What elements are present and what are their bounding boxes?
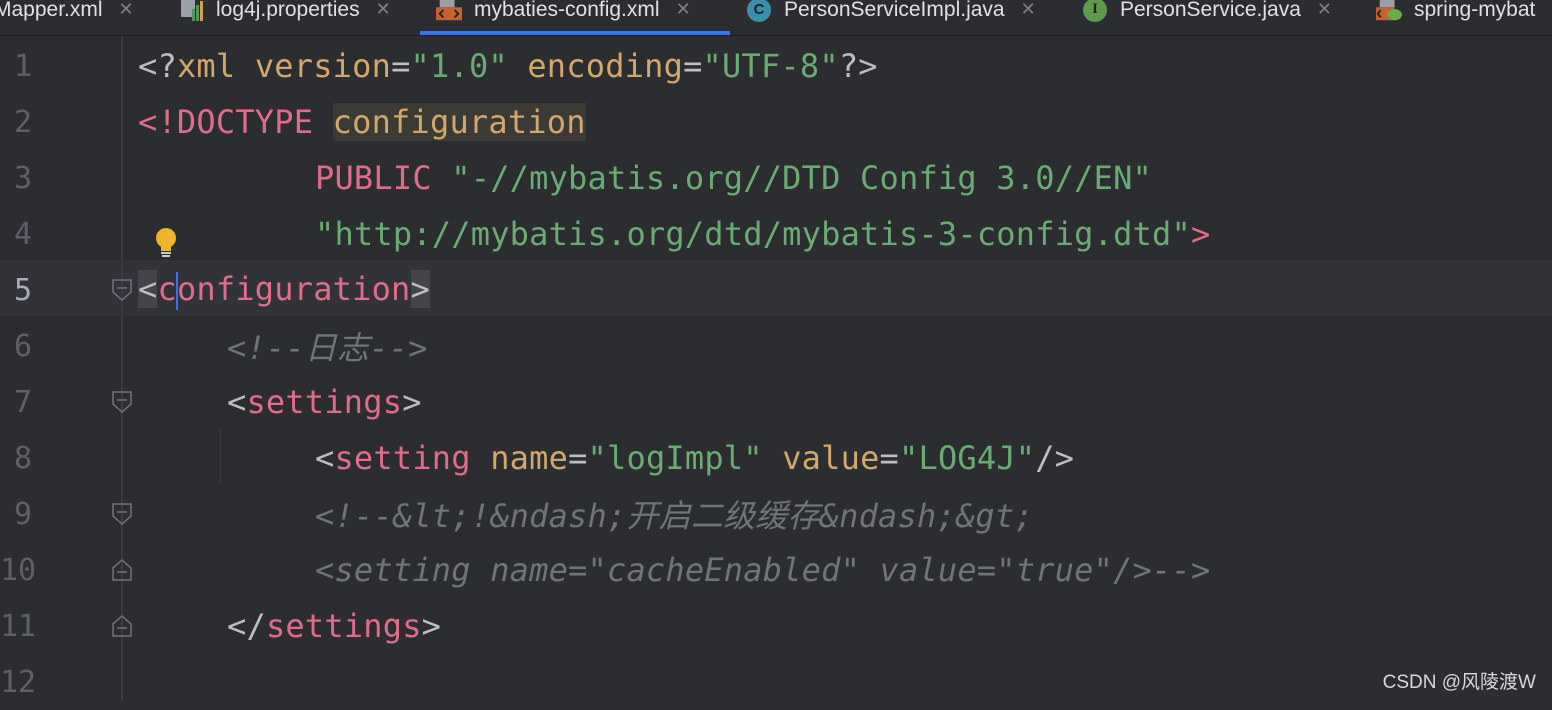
editor-tab-bar: Mapper.xml ✕ log4j.properties ✕ mybaties… (0, 0, 1552, 36)
watermark: CSDN @风陵渡W (1382, 672, 1536, 693)
code-text: <setting name="logImpl" value="LOG4J"/> (315, 439, 1075, 477)
tab-label: mybaties-config.xml (474, 0, 660, 21)
close-icon[interactable]: ✕ (376, 0, 391, 20)
code-line-4[interactable]: 4 "http://mybatis.org/dtd/mybatis-3-conf… (0, 206, 1552, 262)
fold-collapse-icon[interactable] (111, 279, 133, 302)
code-line-10[interactable]: 10 <setting name="cacheEnabled" value="t… (0, 542, 1552, 598)
code-text: </settings> (227, 607, 442, 645)
code-line-2[interactable]: 2 <!DOCTYPE configuration (0, 94, 1552, 150)
fold-end-icon[interactable] (111, 558, 133, 581)
lightbulb-icon[interactable] (152, 226, 180, 258)
code-line-1[interactable]: 1 <?xml version="1.0" encoding="UTF-8"?> (0, 38, 1552, 94)
tab-label: spring-mybat (1414, 0, 1536, 21)
code-text: <?xml version="1.0" encoding="UTF-8"?> (138, 47, 878, 85)
tab-mapper-xml[interactable]: Mapper.xml ✕ (0, 0, 134, 35)
tab-log4j-properties[interactable]: log4j.properties ✕ (178, 0, 391, 35)
line-number: 12 (0, 664, 37, 700)
line-number: 1 (13, 48, 32, 84)
code-text: <!--日志--> (227, 329, 428, 367)
code-text: PUBLIC "-//mybatis.org//DTD Config 3.0//… (315, 159, 1153, 197)
line-number: 2 (13, 104, 32, 140)
code-text: <!DOCTYPE configuration (138, 103, 586, 141)
fold-collapse-icon[interactable] (111, 391, 133, 414)
line-number: 9 (13, 496, 32, 532)
code-text: <settings> (227, 383, 422, 421)
code-line-5[interactable]: 5 <configuration> (0, 262, 1552, 318)
tab-label: Mapper.xml (0, 0, 103, 21)
code-text: "http://mybatis.org/dtd/mybatis-3-config… (315, 215, 1211, 253)
spring-xml-file-icon (1376, 0, 1402, 22)
line-number: 3 (13, 160, 32, 196)
line-number: 7 (13, 384, 32, 420)
code-text: <!--&lt;!&ndash;开启二级缓存&ndash;&gt; (315, 497, 1034, 535)
line-number: 8 (13, 440, 32, 476)
code-line-9[interactable]: 9 <!--&lt;!&ndash;开启二级缓存&ndash;&gt; (0, 486, 1552, 542)
line-number: 4 (13, 216, 32, 252)
properties-file-icon (178, 0, 204, 22)
line-number: 6 (13, 328, 32, 364)
close-icon[interactable]: ✕ (1317, 0, 1332, 20)
close-icon[interactable]: ✕ (119, 0, 134, 20)
xml-file-icon (436, 0, 462, 22)
tab-person-service-java[interactable]: I PersonService.java ✕ (1082, 0, 1332, 35)
line-number: 10 (0, 552, 37, 588)
fold-collapse-icon[interactable] (111, 503, 133, 526)
code-line-8[interactable]: 8 <setting name="logImpl" value="LOG4J"/… (0, 430, 1552, 486)
code-line-6[interactable]: 6 <!--日志--> (0, 318, 1552, 374)
close-icon[interactable]: ✕ (1021, 0, 1036, 20)
tab-person-service-impl-java[interactable]: C PersonServiceImpl.java ✕ (746, 0, 1036, 35)
interface-icon: I (1082, 0, 1108, 22)
line-number: 11 (0, 608, 37, 644)
code-line-7[interactable]: 7 <settings> (0, 374, 1552, 430)
tab-label: PersonService.java (1120, 0, 1301, 21)
close-icon[interactable]: ✕ (676, 0, 691, 20)
code-text: <configuration> (138, 270, 430, 310)
code-line-3[interactable]: 3 PUBLIC "-//mybatis.org//DTD Config 3.0… (0, 150, 1552, 206)
code-line-11[interactable]: 11 </settings> (0, 598, 1552, 654)
tab-label: log4j.properties (216, 0, 360, 21)
line-number: 5 (13, 272, 32, 308)
fold-end-icon[interactable] (111, 614, 133, 637)
code-editor[interactable]: 1 <?xml version="1.0" encoding="UTF-8"?>… (0, 36, 1552, 702)
code-text: <setting name="cacheEnabled" value="true… (315, 551, 1211, 589)
tab-spring-mybatis[interactable]: spring-mybat (1376, 0, 1535, 35)
tab-label: PersonServiceImpl.java (784, 0, 1005, 21)
class-icon: C (746, 0, 772, 22)
tab-mybaties-config-xml[interactable]: mybaties-config.xml ✕ (420, 0, 730, 35)
